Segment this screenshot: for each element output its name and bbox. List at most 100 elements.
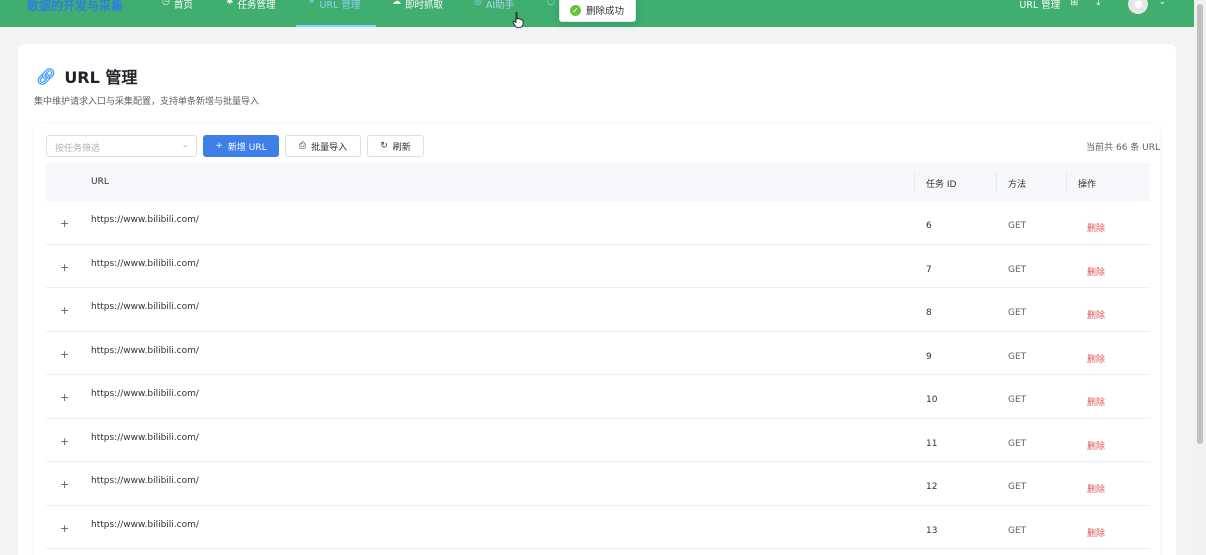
plus-icon: + bbox=[215, 141, 223, 151]
link-icon: ⚭ bbox=[308, 0, 316, 7]
hand-cursor-icon bbox=[512, 12, 524, 28]
task-id-cell: 11 bbox=[926, 438, 938, 449]
page-title-text: URL 管理 bbox=[64, 68, 138, 87]
table-panel: 按任务筛选 ⌄ + 新增 URL ⎙ 批量导入 ↻ 刷新 当前共 66 条 UR… bbox=[34, 124, 1160, 555]
task-id-cell: 13 bbox=[926, 525, 938, 536]
url-cell: https://www.bilibili.com/ bbox=[91, 432, 199, 443]
delete-button[interactable]: 删除 bbox=[1087, 352, 1105, 365]
url-cell: https://www.bilibili.com/ bbox=[91, 345, 199, 356]
delete-button[interactable]: 删除 bbox=[1087, 526, 1105, 539]
import-icon: ⎙ bbox=[298, 141, 307, 151]
column-divider bbox=[996, 173, 997, 191]
task-id-cell: 9 bbox=[926, 351, 932, 362]
brand-title[interactable]: 数据的开发与采集 bbox=[27, 0, 123, 14]
method-cell: GET bbox=[1008, 264, 1027, 275]
task-id-cell: 7 bbox=[926, 264, 932, 275]
batch-import-button[interactable]: ⎙ 批量导入 bbox=[285, 135, 361, 157]
table-row: + https://www.bilibili.com/11 GET 删除 bbox=[46, 419, 1150, 462]
url-cell: https://www.bilibili.com/ bbox=[91, 258, 199, 269]
expand-row-icon[interactable]: + bbox=[60, 348, 69, 361]
main-card: 🔗︎ URL 管理 集中维护请求入口与采集配置，支持单条新增与批量导入 按任务筛… bbox=[18, 44, 1176, 555]
bug-icon: ✱ bbox=[226, 0, 234, 7]
column-header-url[interactable]: URL bbox=[91, 177, 109, 187]
link-icon: 🔗︎ bbox=[36, 66, 57, 86]
table-row: + https://www.bilibili.com/8 GET 删除 bbox=[46, 288, 1150, 332]
task-id-cell: 10 bbox=[926, 395, 938, 405]
method-cell: GET bbox=[1008, 351, 1027, 362]
column-header-task-id[interactable]: 任务 ID bbox=[926, 177, 956, 190]
page-scrollbar[interactable] bbox=[1194, 0, 1206, 555]
chevron-down-icon: ⌄ bbox=[181, 140, 189, 150]
delete-button[interactable]: 删除 bbox=[1087, 395, 1105, 408]
method-cell: GET bbox=[1008, 525, 1027, 536]
nav-item-label: AI助手 bbox=[485, 0, 515, 11]
column-divider bbox=[1066, 173, 1067, 191]
expand-row-icon[interactable]: + bbox=[60, 478, 69, 491]
expand-row-icon[interactable]: + bbox=[60, 435, 69, 448]
table-header: URL 任务 ID 方法 操作 bbox=[46, 163, 1150, 201]
column-header-actions: 操作 bbox=[1078, 180, 1097, 190]
nav-item-instant-crawl[interactable]: ☁ 即时抓取 bbox=[392, 0, 443, 27]
download-icon[interactable]: ⤓ bbox=[1096, 0, 1100, 8]
table-row: + https://www.bilibili.com/13 GET 删除 bbox=[46, 506, 1150, 549]
add-url-button[interactable]: + 新增 URL bbox=[203, 135, 279, 157]
column-divider bbox=[914, 173, 915, 191]
nav-item-tasks[interactable]: ✱ 任务管理 bbox=[226, 0, 276, 27]
column-header-method[interactable]: 方法 bbox=[1008, 177, 1026, 190]
method-cell: GET bbox=[1008, 438, 1027, 449]
success-toast: ✓ 删除成功 bbox=[559, 0, 636, 22]
clock-icon: ◷ bbox=[162, 0, 170, 7]
nav-item-label: 即时抓取 bbox=[405, 0, 444, 11]
table-row: + https://www.bilibili.com/9 GET 删除 bbox=[46, 332, 1150, 375]
url-cell: https://www.bilibili.com/ bbox=[91, 302, 199, 312]
nav-item-more[interactable]: ◌ bbox=[547, 0, 555, 27]
page-title: 🔗︎ URL 管理 bbox=[36, 64, 137, 88]
url-cell: https://www.bilibili.com/ bbox=[91, 519, 199, 530]
url-count-text: 当前共 66 条 URL bbox=[1086, 143, 1160, 153]
delete-button[interactable]: 删除 bbox=[1087, 439, 1105, 452]
delete-button[interactable]: 删除 bbox=[1087, 482, 1105, 495]
expand-row-icon[interactable]: + bbox=[60, 304, 69, 317]
avatar[interactable]: ● bbox=[1128, 0, 1149, 14]
batch-import-label: 批量导入 bbox=[311, 142, 348, 153]
chevron-down-icon[interactable]: ⌄ bbox=[1158, 0, 1166, 7]
delete-button[interactable]: 删除 bbox=[1087, 221, 1105, 234]
table-row: + https://www.bilibili.com/10 GET 删除 bbox=[46, 375, 1150, 419]
page-subtitle: 集中维护请求入口与采集配置，支持单条新增与批量导入 bbox=[34, 97, 260, 107]
nav-item-label: 任务管理 bbox=[237, 0, 276, 11]
nav-item-label: URL 管理 bbox=[319, 0, 361, 11]
cloud-icon: ☁ bbox=[392, 0, 401, 7]
task-id-cell: 8 bbox=[926, 308, 932, 318]
method-cell: GET bbox=[1008, 482, 1027, 492]
nav-item-url-management[interactable]: ⚭ URL 管理 bbox=[296, 0, 376, 27]
add-url-label: 新增 URL bbox=[227, 142, 267, 153]
url-cell: https://www.bilibili.com/ bbox=[91, 476, 199, 486]
table-row: + https://www.bilibili.com/7 GET 删除 bbox=[46, 245, 1150, 288]
robot-icon: ◎ bbox=[474, 0, 482, 7]
nav-item-home[interactable]: ◷ 首页 bbox=[162, 0, 193, 27]
method-cell: GET bbox=[1008, 308, 1027, 318]
expand-row-icon[interactable]: + bbox=[60, 217, 69, 230]
nav-item-ai-assistant[interactable]: ◎ AI助手 bbox=[474, 0, 514, 27]
method-cell: GET bbox=[1008, 221, 1027, 231]
table-row: + https://www.bilibili.com/6 GET 删除 bbox=[46, 201, 1150, 245]
expand-row-icon[interactable]: + bbox=[60, 522, 69, 535]
expand-row-icon[interactable]: + bbox=[60, 261, 69, 274]
grid-icon[interactable]: ⊞ bbox=[1070, 0, 1078, 8]
expand-row-icon[interactable]: + bbox=[60, 391, 69, 404]
task-id-cell: 6 bbox=[926, 221, 932, 231]
task-filter-placeholder: 按任务筛选 bbox=[55, 144, 101, 154]
check-circle-icon: ✓ bbox=[570, 4, 581, 16]
delete-button[interactable]: 删除 bbox=[1087, 308, 1105, 321]
top-right-area: URL 管理 ⊞ ⤓ ● ⌄ bbox=[1019, 0, 1166, 14]
url-cell: https://www.bilibili.com/ bbox=[91, 389, 199, 399]
toast-message: 删除成功 bbox=[586, 6, 625, 17]
refresh-label: 刷新 bbox=[392, 142, 411, 153]
scrollbar-thumb[interactable] bbox=[1197, 4, 1203, 444]
refresh-button[interactable]: ↻ 刷新 bbox=[367, 135, 424, 157]
refresh-icon: ↻ bbox=[380, 141, 388, 151]
task-id-cell: 12 bbox=[926, 482, 938, 492]
delete-button[interactable]: 删除 bbox=[1087, 265, 1105, 278]
table-row: + https://www.bilibili.com/12 GET 删除 bbox=[46, 462, 1150, 506]
task-filter-select[interactable]: 按任务筛选 ⌄ bbox=[46, 135, 197, 157]
